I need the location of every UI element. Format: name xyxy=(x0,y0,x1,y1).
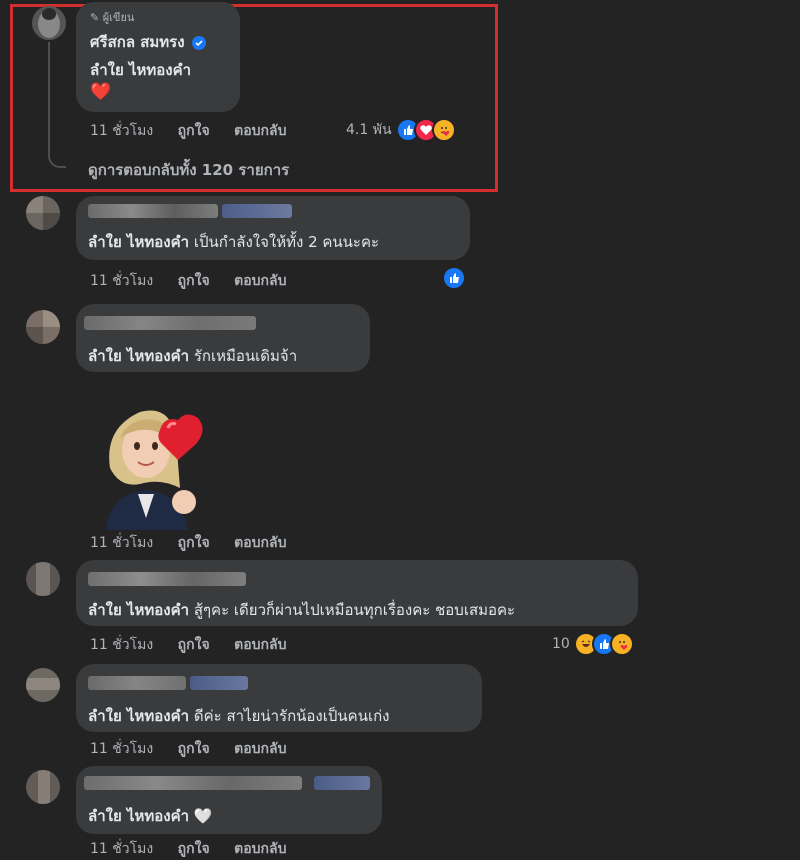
reply-button[interactable]: ตอบกลับ xyxy=(234,535,286,551)
reply-button[interactable]: ตอบกลับ xyxy=(234,123,286,139)
blurred-commenter-name-2 xyxy=(190,676,248,690)
comment-time[interactable]: 11 ชั่วโมง xyxy=(90,535,153,551)
blurred-commenter-name-2 xyxy=(314,776,370,790)
blurred-commenter-name xyxy=(84,316,256,330)
thread-line xyxy=(48,42,50,154)
like-button[interactable]: ถูกใจ xyxy=(178,741,210,757)
mention-tag[interactable]: ลำใย ไหทองคำ xyxy=(88,807,189,825)
care-reaction-icon xyxy=(610,632,635,656)
commenter-avatar[interactable] xyxy=(26,562,60,596)
comment-reaction-summary[interactable]: 10 xyxy=(552,632,635,656)
comment-bubble: ลำใย ไหทองคำ เป็นกำลังใจให้ทั้ง 2 คนนะคะ xyxy=(76,196,470,260)
heart-emoji: ❤️ xyxy=(90,82,112,102)
mention-tag[interactable]: ลำใย ไหทองคำ xyxy=(88,601,189,619)
commenter-avatar[interactable] xyxy=(26,668,60,702)
author-name[interactable]: ศรีสกล สมทรง xyxy=(90,33,185,51)
comment-time[interactable]: 11 ชั่วโมง xyxy=(90,273,153,289)
mention-tag[interactable]: ลำใย ไหทองคำ xyxy=(88,347,189,365)
commenter-avatar[interactable] xyxy=(26,770,60,804)
blurred-commenter-name xyxy=(84,776,302,790)
comment-time[interactable]: 11 ชั่วโมง xyxy=(90,741,153,757)
comment-bubble: ลำใย ไหทองคำ 🤍 xyxy=(76,766,382,834)
comment-bubble: ลำใย ไหทองคำ ดีค่ะ สาไยน่ารักน้องเป็นคนเ… xyxy=(76,664,482,732)
comment-text: เป็นกำลังใจให้ทั้ง 2 คนนะคะ xyxy=(193,233,380,251)
comment-actions: 11 ชั่วโมง ถูกใจ ตอบกลับ xyxy=(90,270,306,292)
comment-actions: 11 ชั่วโมง ถูกใจ ตอบกลับ xyxy=(90,532,306,554)
comment-reaction-summary[interactable] xyxy=(442,266,466,290)
reply-button[interactable]: ตอบกลับ xyxy=(234,637,286,653)
reply-button[interactable]: ตอบกลับ xyxy=(234,741,286,757)
avatar-sticker xyxy=(100,398,212,530)
blurred-commenter-name-2 xyxy=(222,204,292,218)
author-avatar[interactable] xyxy=(32,6,66,40)
like-button[interactable]: ถูกใจ xyxy=(178,841,210,857)
blurred-commenter-name xyxy=(88,676,186,690)
comment-time[interactable]: 11 ชั่วโมง xyxy=(90,841,153,857)
mention-tag[interactable]: ลำใย ไหทองคำ xyxy=(88,707,189,725)
blurred-commenter-name xyxy=(88,204,218,218)
reaction-count: 10 xyxy=(552,636,570,652)
reply-button[interactable]: ตอบกลับ xyxy=(234,273,286,289)
comment-text: ดีค่ะ สาไยน่ารักน้องเป็นคนเก่ง xyxy=(193,707,390,725)
comment-bubble: ลำใย ไหทองคำ รักเหมือนเดิมจ้า xyxy=(76,304,370,372)
comment-actions: 11 ชั่วโมง ถูกใจ ตอบกลับ xyxy=(90,738,306,760)
author-comment-actions: 11 ชั่วโมง ถูกใจ ตอบกลับ xyxy=(90,120,306,142)
thread-elbow xyxy=(48,140,66,168)
like-button[interactable]: ถูกใจ xyxy=(178,123,210,139)
author-badge: ผู้เขียน xyxy=(102,11,135,24)
care-reaction-icon xyxy=(431,118,456,142)
author-comment-bubble: ✎ ผู้เขียน ศรีสกล สมทรง ลำใย ไหทองคำ ❤️ xyxy=(76,2,240,112)
view-replies-link[interactable]: ดูการตอบกลับทั้ง 120 รายการ xyxy=(88,158,289,182)
reaction-count: 4.1 พัน xyxy=(346,122,392,138)
reply-button[interactable]: ตอบกลับ xyxy=(234,841,286,857)
comment-time[interactable]: 11 ชั่วโมง xyxy=(90,123,153,139)
blurred-commenter-name xyxy=(88,572,246,586)
comment-actions: 11 ชั่วโมง ถูกใจ ตอบกลับ xyxy=(90,634,306,656)
comment-bubble: ลำใย ไหทองคำ สู้ๆคะ เดียวก็ผ่านไปเหมือนท… xyxy=(76,560,638,626)
comment-text: 🤍 xyxy=(193,807,213,825)
commenter-avatar[interactable] xyxy=(26,310,60,344)
comment-text: สู้ๆคะ เดียวก็ผ่านไปเหมือนทุกเรื่องคะ ชอ… xyxy=(193,601,516,619)
pencil-icon: ✎ xyxy=(90,11,100,24)
like-reaction-icon xyxy=(442,266,466,290)
comment-text: รักเหมือนเดิมจ้า xyxy=(193,347,298,365)
mention-tag[interactable]: ลำใย ไหทองคำ xyxy=(88,233,189,251)
comment-actions: 11 ชั่วโมง ถูกใจ ตอบกลับ xyxy=(90,838,306,860)
author-comment-text: ลำใย ไหทองคำ xyxy=(90,61,192,79)
verified-badge-icon xyxy=(191,35,206,50)
like-button[interactable]: ถูกใจ xyxy=(178,637,210,653)
commenter-avatar[interactable] xyxy=(26,196,60,230)
like-button[interactable]: ถูกใจ xyxy=(178,535,210,551)
comment-time[interactable]: 11 ชั่วโมง xyxy=(90,637,153,653)
like-button[interactable]: ถูกใจ xyxy=(178,273,210,289)
author-reaction-summary[interactable]: 4.1 พัน xyxy=(346,118,456,142)
